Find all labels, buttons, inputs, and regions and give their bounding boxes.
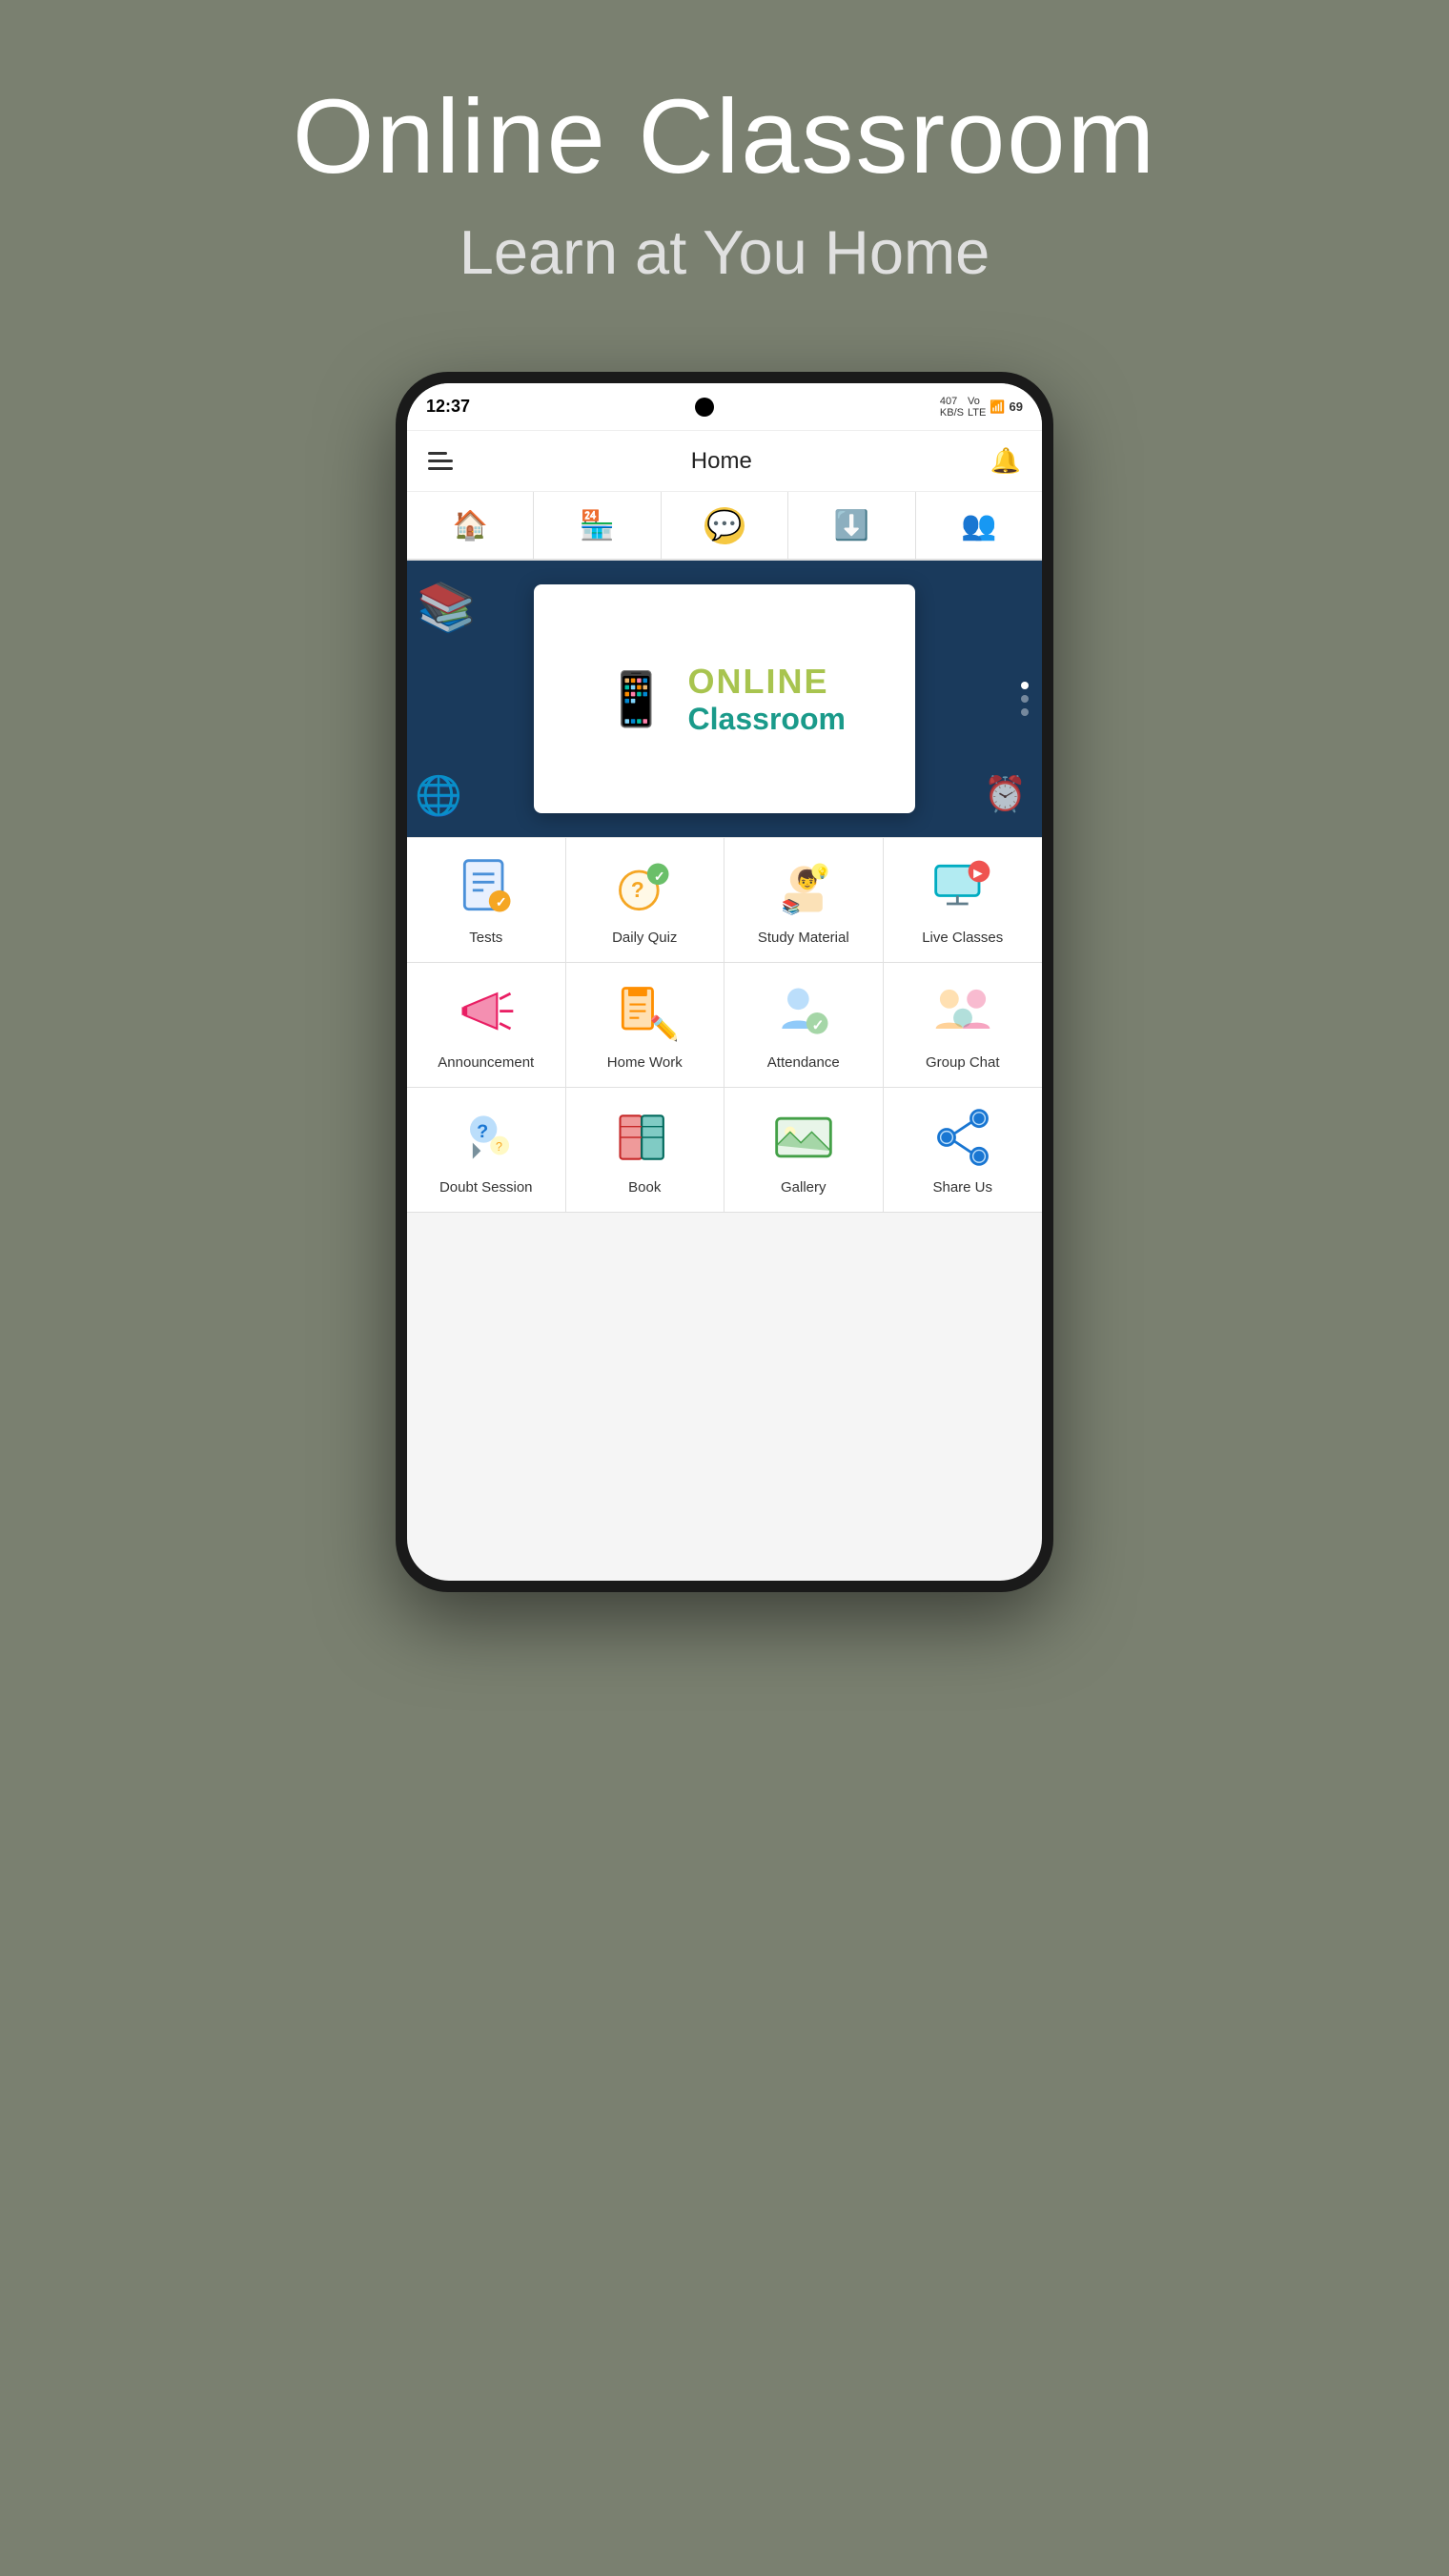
svg-text:📚: 📚 (782, 899, 800, 916)
share-label: Share Us (932, 1179, 992, 1196)
profile-tab-icon: 👥 (961, 509, 996, 542)
study-label: Study Material (758, 930, 849, 947)
main-title: Online Classroom (0, 76, 1449, 197)
menu-item-doubt-session[interactable]: ? ? Doubt Session (407, 1088, 566, 1213)
banner-dot-2 (1021, 695, 1029, 703)
tab-chat[interactable]: 💬 (662, 492, 788, 559)
banner-books-icon: 📚 (417, 580, 476, 636)
svg-text:✏️: ✏️ (650, 1014, 677, 1043)
attendance-label: Attendance (767, 1054, 840, 1072)
banner-dot-3 (1021, 708, 1029, 716)
status-bar: 12:37 407KB/S VoLTE 📶 69 (407, 383, 1042, 431)
camera-cutout (695, 398, 714, 417)
svg-text:✓: ✓ (811, 1017, 824, 1033)
status-time: 12:37 (426, 397, 470, 417)
svg-text:✓: ✓ (496, 895, 507, 910)
study-icon: 👦 📚 💡 (771, 855, 836, 920)
header-section: Online Classroom Learn at You Home (0, 76, 1449, 288)
download-tab-icon: ⬇️ (834, 509, 869, 542)
banner-dots (1021, 682, 1029, 716)
menu-item-daily-quiz[interactable]: ? ✓ Daily Quiz (566, 838, 725, 963)
network-type: VoLTE (968, 396, 986, 419)
nav-title: Home (691, 448, 752, 475)
store-tab-icon: 🏪 (580, 509, 615, 542)
quiz-label: Daily Quiz (612, 930, 677, 947)
live-icon: ▶ (930, 855, 995, 920)
banner-globe-icon: 🌐 (415, 773, 462, 818)
groupchat-label: Group Chat (926, 1054, 1000, 1072)
menu-item-live-classes[interactable]: ▶ Live Classes (884, 838, 1043, 963)
menu-item-book[interactable]: Book (566, 1088, 725, 1213)
phone-frame: 12:37 407KB/S VoLTE 📶 69 Home 🔔 (396, 372, 1053, 1592)
book-icon (612, 1105, 677, 1170)
tab-download[interactable]: ⬇️ (788, 492, 915, 559)
battery-level: 69 (1010, 399, 1023, 414)
svg-text:?: ? (496, 1139, 502, 1154)
menu-item-group-chat[interactable]: Group Chat (884, 963, 1043, 1088)
signal-icon: 📶 (990, 399, 1005, 415)
svg-text:▶: ▶ (972, 869, 982, 880)
banner-text: ONLINE Classroom (688, 662, 846, 737)
status-icons: 407KB/S VoLTE 📶 69 (940, 396, 1023, 419)
menu-grid: ✓ Tests ? ✓ Daily Quiz (407, 837, 1042, 1213)
banner-clock-icon: ⏰ (984, 774, 1027, 814)
notification-bell-icon[interactable]: 🔔 (990, 446, 1021, 476)
banner-section: 📚 🌐 ⏰ 📱 ONLINE Classroom (407, 561, 1042, 837)
quiz-icon: ? ✓ (612, 855, 677, 920)
book-label: Book (628, 1179, 661, 1196)
homework-icon: ✏️ (612, 980, 677, 1045)
chat-tab-icon: 💬 (704, 507, 744, 544)
banner-dot-1 (1021, 682, 1029, 689)
attendance-icon: ✓ (771, 980, 836, 1045)
phone-screen: 12:37 407KB/S VoLTE 📶 69 Home 🔔 (407, 383, 1042, 1581)
network-speed: 407KB/S (940, 396, 964, 419)
tab-store[interactable]: 🏪 (534, 492, 661, 559)
hamburger-menu[interactable] (428, 452, 453, 470)
svg-text:✓: ✓ (654, 869, 665, 885)
homework-label: Home Work (607, 1054, 683, 1072)
banner-tablet-icon: 📱 (603, 668, 668, 730)
doubt-icon: ? ? (454, 1105, 519, 1170)
tab-profile[interactable]: 👥 (916, 492, 1042, 559)
share-icon (930, 1105, 995, 1170)
menu-item-study-material[interactable]: 👦 📚 💡 Study Material (724, 838, 884, 963)
menu-item-announcement[interactable]: Announcement (407, 963, 566, 1088)
gallery-icon (771, 1105, 836, 1170)
doubt-label: Doubt Session (439, 1179, 533, 1196)
svg-text:?: ? (477, 1121, 488, 1142)
tab-home[interactable]: 🏠 (407, 492, 534, 559)
home-tab-icon: 🏠 (453, 509, 488, 542)
tests-icon: ✓ (454, 855, 519, 920)
svg-text:?: ? (631, 877, 644, 902)
menu-item-share-us[interactable]: Share Us (884, 1088, 1043, 1213)
svg-text:💡: 💡 (816, 867, 829, 880)
tab-bar: 🏠 🏪 💬 ⬇️ 👥 (407, 492, 1042, 561)
menu-item-attendance[interactable]: ✓ Attendance (724, 963, 884, 1088)
gallery-label: Gallery (781, 1179, 827, 1196)
banner-classroom-text: Classroom (688, 702, 846, 737)
menu-item-tests[interactable]: ✓ Tests (407, 838, 566, 963)
banner-online-text: ONLINE (688, 662, 846, 702)
menu-item-home-work[interactable]: ✏️ Home Work (566, 963, 725, 1088)
tests-label: Tests (469, 930, 502, 947)
live-label: Live Classes (922, 930, 1003, 947)
phone-wrapper: 12:37 407KB/S VoLTE 📶 69 Home 🔔 (396, 372, 1053, 1592)
groupchat-icon (930, 980, 995, 1045)
banner-card: 📱 ONLINE Classroom (534, 584, 915, 813)
top-nav: Home 🔔 (407, 431, 1042, 492)
subtitle: Learn at You Home (0, 216, 1449, 288)
announce-label: Announcement (438, 1054, 534, 1072)
menu-item-gallery[interactable]: Gallery (724, 1088, 884, 1213)
announce-icon (454, 980, 519, 1045)
